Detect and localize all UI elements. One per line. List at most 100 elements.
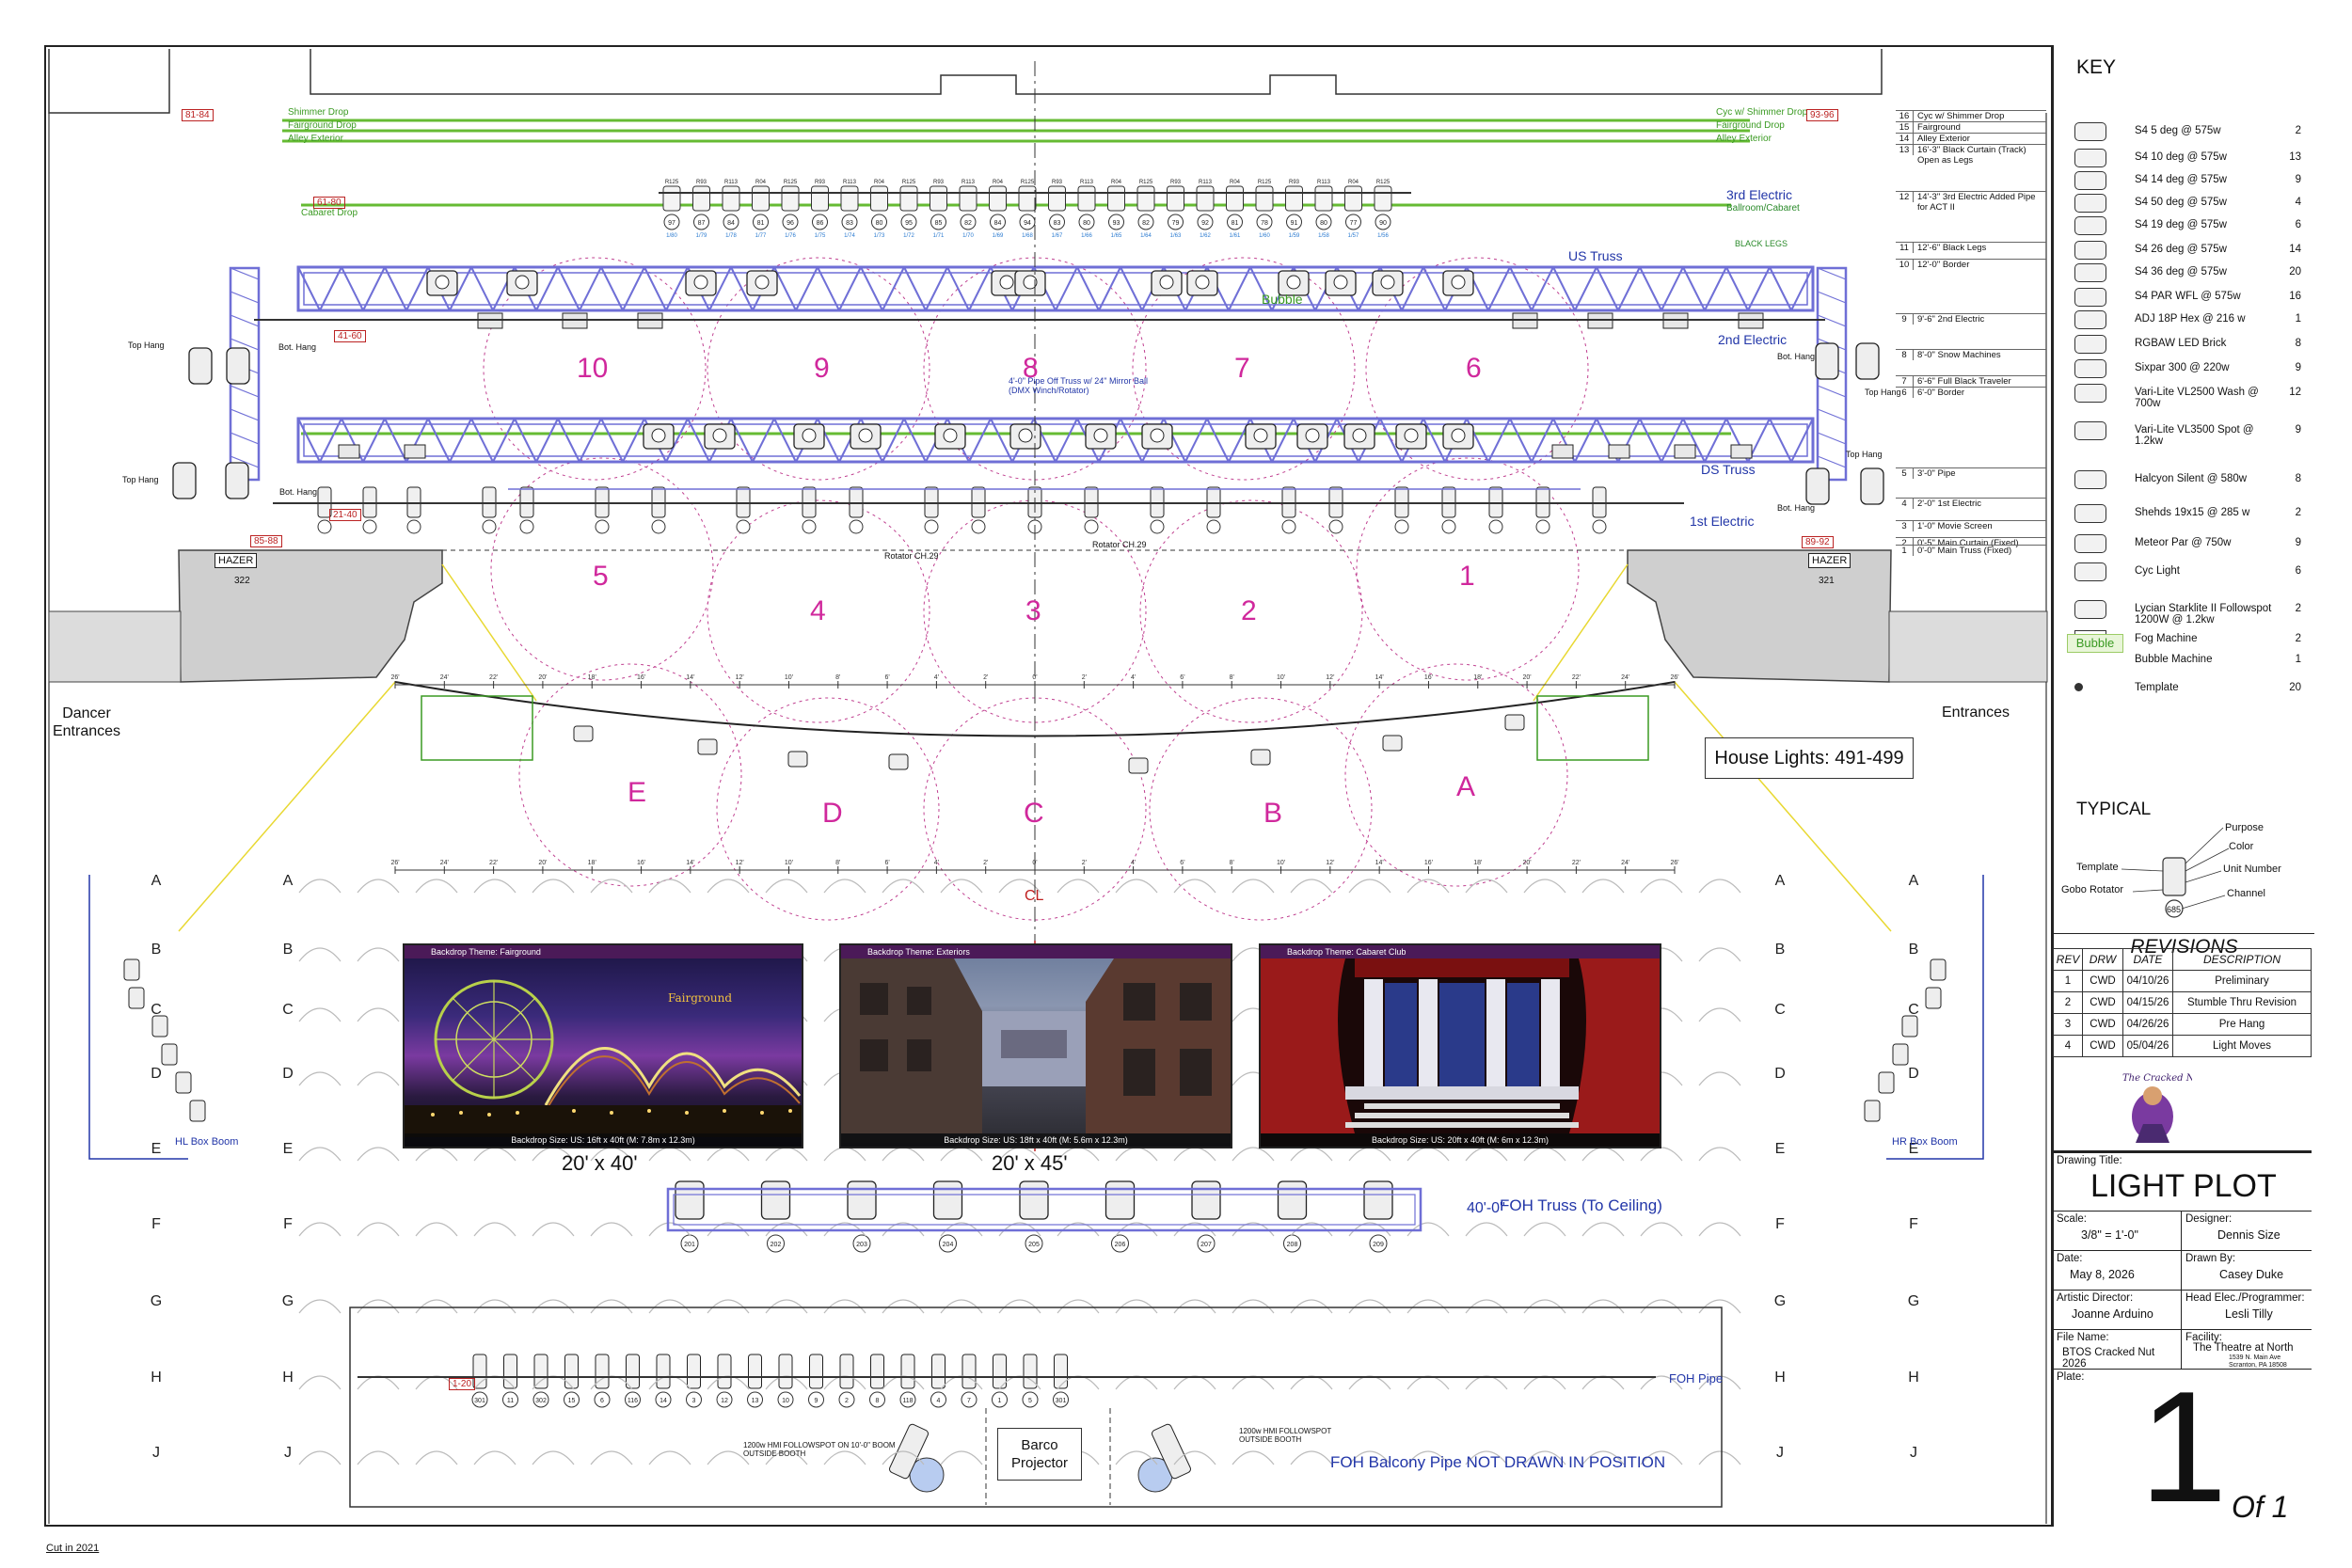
key-quantity: 20 [2289,682,2301,693]
cracked-nut-logo-icon: The Cracked Nut [2122,1073,2205,1143]
svg-text:The Cracked Nut: The Cracked Nut [2122,1073,2192,1084]
key-quantity: 13 [2289,151,2301,163]
area-5: 5 [593,561,609,592]
key-label: Cyc Light [2135,565,2180,577]
lineset-row: 9 9'-6" 2nd Electric [1896,313,2046,325]
lineset-label: 12'-6" Black Legs [1917,243,1987,253]
hazer-right: HAZER [1808,553,1851,568]
followspot-left-note: 1200w HMI FOLLOWSPOT ON 10'-0" BOOM OUTS… [743,1441,896,1458]
lineset-label: Cyc w/ Shimmer Drop [1917,111,2005,121]
first-electric-label: 1st Electric [1690,514,1755,529]
revisions-body: 1 CWD 04/10/26 Preliminary 2 CWD 04/15/26 Stumb… [2053,970,2312,1057]
plate-caption: Plate: [2057,1371,2085,1383]
key-quantity: 20 [2289,266,2301,277]
scale-value: 3/8" = 1'-0" [2081,1228,2138,1242]
date-caption: Date: [2057,1253,2083,1264]
revision-row: 4 CWD 05/04/26 Light Moves [2053,1035,2312,1057]
drawn-by-cell: Drawn By: Casey Duke [2182,1250,2312,1290]
head-elec-value: Lesli Tilly [2225,1307,2273,1321]
drawn-by-value: Casey Duke [2219,1268,2284,1281]
fixture-symbol-icon [2074,562,2106,581]
lineset-number: 5 [1896,468,1914,479]
hazer-left-channel: 322 [234,576,250,586]
lineset-label: 2'-0" 1st Electric [1917,499,1982,509]
bubble-machine-label: Bubble [1262,292,1303,307]
lineset-row: 1 0'-0" Main Truss (Fixed) [1896,545,2046,556]
lineset-label: Alley Exterior [1917,134,1970,144]
lineset-row: 16 Cyc w/ Shimmer Drop [1896,110,2046,121]
area-a: A [1456,771,1476,802]
head-elec-caption: Head Elec./Programmer: [2185,1292,2305,1304]
designer-value: Dennis Size [2217,1228,2280,1242]
backdrop-cabaret: Backdrop Theme: Cabaret Club Backdrop Si… [1259,943,1661,1148]
key-label: RGBAW LED Brick [2135,338,2227,349]
typical-gobo-rotator: Gobo Rotator [2061,884,2124,895]
key-label: S4 19 deg @ 575w [2135,219,2227,230]
lineset-number: 13 [1896,145,1914,155]
typical-unit-number: Unit Number [2223,863,2281,875]
backdrop-caption-2: 20' x 45' [992,1151,1068,1175]
revision-row: 2 CWD 04/15/26 Stumble Thru Revision [2053,991,2312,1014]
lineset-number: 16 [1896,111,1914,121]
key-row: S4 36 deg @ 575w 20 [2054,261,2314,286]
key-row: ADJ 18P Hex @ 216 w 1 [2054,309,2314,333]
scale-caption: Scale: [2057,1213,2087,1225]
fixture-symbol-icon [2074,241,2106,260]
head-elec-cell: Head Elec./Programmer: Lesli Tilly [2182,1290,2312,1329]
typical-channel: Channel [2227,888,2265,899]
lineset-number: 8 [1896,350,1914,360]
svg-text:Fairground: Fairground [668,991,732,1005]
key-row: RGBAW LED Brick 8 [2054,333,2314,357]
fixture-symbol-icon [2074,384,2106,403]
area-1: 1 [1459,561,1475,592]
fixture-symbol-icon [2074,683,2083,691]
key-label: Sixpar 300 @ 220w [2135,362,2230,373]
key-row: Cyc Light 6 [2054,561,2314,585]
area-2: 2 [1241,595,1257,626]
revision-cell: CWD [2082,1013,2123,1036]
fixture-symbol-icon [2074,335,2106,354]
file-name-caption: File Name: [2057,1332,2109,1343]
fixture-symbol-icon: Bubble [2067,634,2123,653]
backdrop-size-label: Backdrop Size: US: 20ft x 40ft (M: 6m x … [1261,1133,1660,1147]
lineset-row: 10 12'-0" Border [1896,259,2046,270]
backdrop-size-label: Backdrop Size: US: 16ft x 40ft (M: 7.8m … [405,1133,802,1147]
lineset-row: 5 3'-0" Pipe [1896,467,2046,479]
typical-purpose: Purpose [2225,822,2264,833]
revision-cell: 4 [2053,1035,2083,1057]
drop-label-shimmer: Shimmer Drop [288,107,349,118]
key-quantity: 9 [2295,537,2301,548]
area-10: 10 [577,353,609,384]
balcony-note: FOH Balcony Pipe NOT DRAWN IN POSITION [1330,1453,1666,1471]
key-label: Vari-Lite VL3500 Spot @ 1.2kw [2135,424,2254,447]
area-9: 9 [814,353,830,384]
key-row: Shehds 19x15 @ 285 w 2 [2054,502,2314,527]
key-row: Bubble Bubble Machine 1 [2054,634,2314,673]
show-logo: The Cracked Nut [2117,1068,2205,1152]
area-8: 8 [1023,353,1039,384]
backdrop-fairground: Backdrop Theme: Fairground Fairground Ba… [403,943,803,1148]
lineset-row: 12 14'-3" 3rd Electric Added Pipe for ACT… [1896,191,2046,213]
third-electric-label: 3rd Electric [1726,187,1793,202]
dancer-entrances-label: Dancer Entrances [52,705,121,739]
key-row: S4 5 deg @ 575w 2 [2054,120,2314,145]
lineset-label: 0'-0" Main Truss (Fixed) [1917,546,2012,556]
backdrop-size-label: Backdrop Size: US: 18ft x 40ft (M: 5.6m … [841,1133,1231,1147]
barco-projector: Barco Projector [997,1428,1082,1481]
key-quantity: 2 [2295,125,2301,136]
lineset-row: 3 1'-0" Movie Screen [1896,520,2046,531]
ds-truss-label: DS Truss [1701,462,1756,477]
key-quantity: 8 [2295,338,2301,349]
fixture-symbol-icon [2074,534,2106,553]
top-hang-label-left: Top Hang [128,341,165,350]
hr-box-boom-label: HR Box Boom [1892,1136,1958,1148]
bot-hang-label-right: Bot. Hang [1777,352,1816,361]
artistic-director-value: Joanne Arduino [2072,1307,2153,1321]
key-label: S4 14 deg @ 575w [2135,174,2227,185]
key-row: Lycian Starklite II Followspot 1200W @ 1… [2054,598,2314,626]
drawn-by-caption: Drawn By: [2185,1253,2236,1264]
key-quantity: 2 [2295,633,2301,644]
key-label: Bubble Machine [2135,654,2213,665]
lineset-number: 12 [1896,192,1914,202]
key-quantity: 9 [2295,362,2301,373]
